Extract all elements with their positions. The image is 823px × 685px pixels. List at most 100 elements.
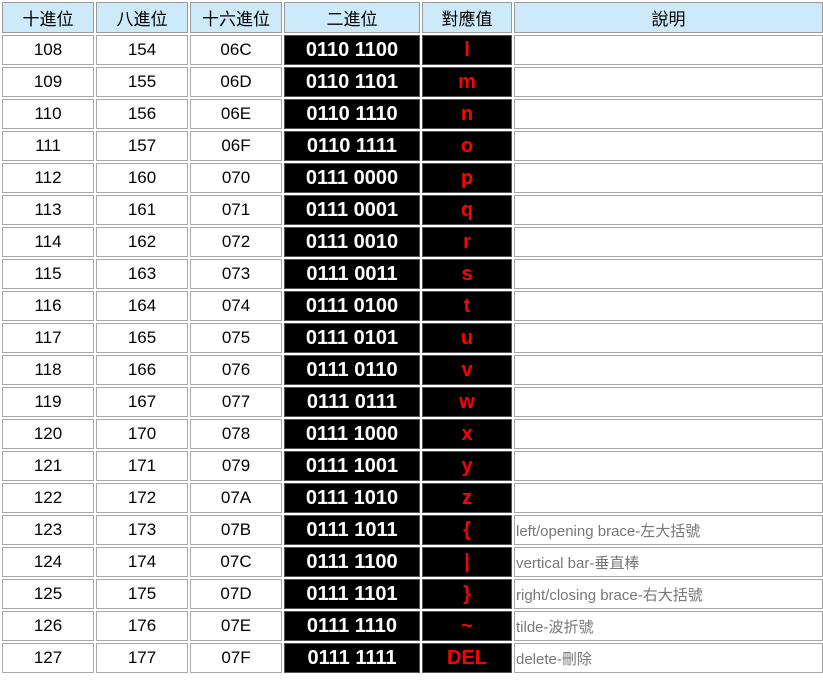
cell-description bbox=[514, 355, 823, 385]
cell-octal: 163 bbox=[96, 259, 188, 289]
cell-decimal: 119 bbox=[2, 387, 94, 417]
cell-hexadecimal: 078 bbox=[190, 419, 282, 449]
cell-hexadecimal: 072 bbox=[190, 227, 282, 257]
cell-octal: 162 bbox=[96, 227, 188, 257]
cell-description bbox=[514, 227, 823, 257]
cell-decimal: 126 bbox=[2, 611, 94, 641]
cell-description bbox=[514, 99, 823, 129]
cell-octal: 170 bbox=[96, 419, 188, 449]
cell-octal: 157 bbox=[96, 131, 188, 161]
cell-description bbox=[514, 387, 823, 417]
cell-character: o bbox=[422, 131, 512, 161]
cell-description bbox=[514, 35, 823, 65]
table-row: 127 177 07F 0111 1111 DEL delete-刪除 bbox=[2, 643, 823, 673]
cell-description bbox=[514, 195, 823, 225]
cell-decimal: 112 bbox=[2, 163, 94, 193]
cell-description bbox=[514, 419, 823, 449]
cell-binary: 0111 0110 bbox=[284, 355, 420, 385]
cell-binary: 0110 1100 bbox=[284, 35, 420, 65]
table-row: 112 160 070 0111 0000 p bbox=[2, 163, 823, 193]
cell-octal: 165 bbox=[96, 323, 188, 353]
cell-decimal: 124 bbox=[2, 547, 94, 577]
cell-hexadecimal: 06E bbox=[190, 99, 282, 129]
cell-character: t bbox=[422, 291, 512, 321]
cell-octal: 172 bbox=[96, 483, 188, 513]
cell-character: w bbox=[422, 387, 512, 417]
cell-character: z bbox=[422, 483, 512, 513]
cell-description bbox=[514, 451, 823, 481]
cell-octal: 175 bbox=[96, 579, 188, 609]
header-description: 說明 bbox=[514, 2, 823, 33]
cell-decimal: 114 bbox=[2, 227, 94, 257]
cell-decimal: 109 bbox=[2, 67, 94, 97]
cell-hexadecimal: 07C bbox=[190, 547, 282, 577]
cell-hexadecimal: 075 bbox=[190, 323, 282, 353]
cell-hexadecimal: 076 bbox=[190, 355, 282, 385]
cell-decimal: 108 bbox=[2, 35, 94, 65]
cell-character: | bbox=[422, 547, 512, 577]
cell-octal: 167 bbox=[96, 387, 188, 417]
cell-hexadecimal: 077 bbox=[190, 387, 282, 417]
cell-hexadecimal: 07F bbox=[190, 643, 282, 673]
header-row: 十進位 八進位 十六進位 二進位 對應值 說明 bbox=[2, 2, 823, 33]
cell-octal: 173 bbox=[96, 515, 188, 545]
cell-hexadecimal: 06C bbox=[190, 35, 282, 65]
cell-octal: 166 bbox=[96, 355, 188, 385]
cell-decimal: 121 bbox=[2, 451, 94, 481]
table-row: 116 164 074 0111 0100 t bbox=[2, 291, 823, 321]
cell-binary: 0111 0010 bbox=[284, 227, 420, 257]
cell-character: DEL bbox=[422, 643, 512, 673]
cell-character: q bbox=[422, 195, 512, 225]
cell-decimal: 120 bbox=[2, 419, 94, 449]
cell-character: y bbox=[422, 451, 512, 481]
cell-octal: 161 bbox=[96, 195, 188, 225]
cell-description bbox=[514, 131, 823, 161]
cell-decimal: 118 bbox=[2, 355, 94, 385]
cell-decimal: 123 bbox=[2, 515, 94, 545]
cell-hexadecimal: 07D bbox=[190, 579, 282, 609]
table-row: 123 173 07B 0111 1011{left/opening brace-左大… bbox=[2, 515, 823, 545]
table-row: 122 172 07A 0111 1010 z bbox=[2, 483, 823, 513]
cell-decimal: 116 bbox=[2, 291, 94, 321]
cell-description bbox=[514, 291, 823, 321]
cell-description: delete-刪除 bbox=[514, 643, 823, 673]
cell-binary: 0111 1001 bbox=[284, 451, 420, 481]
cell-character: { bbox=[422, 515, 512, 545]
cell-description: left/opening brace-左大括號 bbox=[514, 515, 823, 545]
cell-character: v bbox=[422, 355, 512, 385]
cell-binary: 0111 1010 bbox=[284, 483, 420, 513]
header-binary: 二進位 bbox=[284, 2, 420, 33]
cell-description bbox=[514, 163, 823, 193]
cell-description: vertical bar-垂直棒 bbox=[514, 547, 823, 577]
cell-octal: 174 bbox=[96, 547, 188, 577]
cell-description bbox=[514, 67, 823, 97]
cell-decimal: 125 bbox=[2, 579, 94, 609]
table-row: 114 162 072 0111 0010 r bbox=[2, 227, 823, 257]
cell-decimal: 111 bbox=[2, 131, 94, 161]
cell-decimal: 117 bbox=[2, 323, 94, 353]
header-hexadecimal: 十六進位 bbox=[190, 2, 282, 33]
cell-binary: 0110 1111 bbox=[284, 131, 420, 161]
cell-character: ~ bbox=[422, 611, 512, 641]
cell-binary: 0111 0001 bbox=[284, 195, 420, 225]
table-row: 113 161 071 0111 0001 q bbox=[2, 195, 823, 225]
cell-hexadecimal: 070 bbox=[190, 163, 282, 193]
cell-hexadecimal: 06D bbox=[190, 67, 282, 97]
table-row: 120 170 078 0111 1000 x bbox=[2, 419, 823, 449]
table-row: 109 155 06D 0110 1101 m bbox=[2, 67, 823, 97]
cell-character: p bbox=[422, 163, 512, 193]
cell-description bbox=[514, 259, 823, 289]
cell-octal: 177 bbox=[96, 643, 188, 673]
header-character: 對應值 bbox=[422, 2, 512, 33]
cell-description bbox=[514, 323, 823, 353]
cell-decimal: 127 bbox=[2, 643, 94, 673]
cell-binary: 0111 1101 bbox=[284, 579, 420, 609]
cell-decimal: 110 bbox=[2, 99, 94, 129]
cell-binary: 0110 1101 bbox=[284, 67, 420, 97]
table-row: 117 165 075 0111 0101 u bbox=[2, 323, 823, 353]
cell-hexadecimal: 07B bbox=[190, 515, 282, 545]
cell-character: s bbox=[422, 259, 512, 289]
cell-decimal: 115 bbox=[2, 259, 94, 289]
cell-hexadecimal: 073 bbox=[190, 259, 282, 289]
table-row: 121 171 079 0111 1001 y bbox=[2, 451, 823, 481]
